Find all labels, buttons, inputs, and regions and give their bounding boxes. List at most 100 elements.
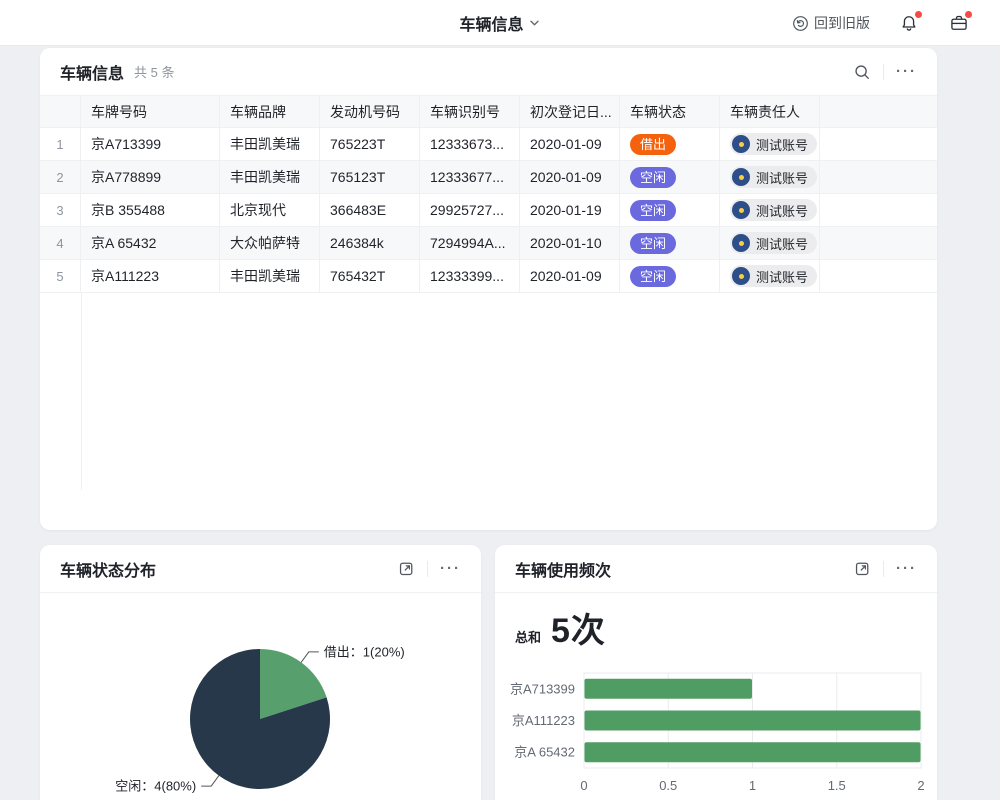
owner-avatar (732, 267, 750, 285)
bar-expand-button[interactable] (854, 560, 871, 577)
cell-brand[interactable]: 丰田凯美瑞 (220, 128, 320, 160)
column-header[interactable]: 车牌号码 (81, 96, 220, 127)
table-more-button[interactable]: ··· (896, 67, 917, 77)
table-card-header: 车辆信息 共 5 条 ··· (40, 48, 937, 96)
cell-engine-number[interactable]: 366483E (320, 194, 420, 226)
bar-京A713399[interactable] (585, 679, 753, 699)
status-badge: 空闲 (630, 266, 676, 287)
column-header[interactable]: 初次登记日... (520, 96, 620, 127)
bar-京A111223[interactable] (585, 711, 921, 731)
status-badge: 空闲 (630, 167, 676, 188)
table-row: 4京A 65432大众帕萨特246384k7294994A...2020-01-… (40, 227, 937, 260)
column-header[interactable]: 车辆状态 (620, 96, 720, 127)
cell-engine-number[interactable]: 246384k (320, 227, 420, 259)
page-title-dropdown[interactable]: 车辆信息 (459, 0, 540, 46)
owner-chip: 测试账号 (730, 232, 817, 254)
cell-vin[interactable]: 12333673... (420, 128, 520, 160)
cell-brand[interactable]: 丰田凯美瑞 (220, 260, 320, 292)
cell-registration-date[interactable]: 2020-01-19 (520, 194, 620, 226)
status-badge: 空闲 (630, 233, 676, 254)
status-distribution-card: 车辆状态分布 ··· 借出：1(20%)空闲：4(80%) (40, 545, 481, 800)
cell-status[interactable]: 空闲 (620, 161, 720, 193)
notifications-button[interactable] (898, 12, 920, 34)
total-label: 总和 (515, 627, 541, 646)
column-header[interactable]: 车辆责任人 (720, 96, 820, 127)
cell-row-number[interactable]: 5 (40, 260, 81, 292)
chevron-down-icon (529, 17, 541, 29)
status-pie-chart[interactable]: 借出：1(20%)空闲：4(80%) (40, 593, 481, 800)
x-tick-label: 2 (917, 778, 924, 793)
table-row: 1京A713399丰田凯美瑞765223T12333673...2020-01-… (40, 128, 937, 161)
notification-badge-dot (915, 11, 922, 18)
table-row: 2京A778899丰田凯美瑞765123T12333677...2020-01-… (40, 161, 937, 194)
cell-row-number[interactable]: 2 (40, 161, 81, 193)
revert-icon (792, 15, 809, 32)
cell-engine-number[interactable]: 765432T (320, 260, 420, 292)
cell-vin[interactable]: 12333399... (420, 260, 520, 292)
cell-status[interactable]: 借出 (620, 128, 720, 160)
column-header-row-number[interactable] (40, 96, 81, 127)
status-badge: 借出 (630, 134, 676, 155)
cell-vin[interactable]: 29925727... (420, 194, 520, 226)
column-header[interactable]: 发动机号码 (320, 96, 420, 127)
owner-avatar (732, 135, 750, 153)
cell-owner[interactable]: 测试账号 (720, 128, 820, 160)
cell-brand[interactable]: 大众帕萨特 (220, 227, 320, 259)
vehicle-table-card: 车辆信息 共 5 条 ··· 车牌号码车辆品牌发动机号码车辆识别号初次登记日..… (40, 48, 937, 530)
cell-plate[interactable]: 京A778899 (81, 161, 220, 193)
bar-more-button[interactable]: ··· (896, 564, 917, 574)
cell-brand[interactable]: 丰田凯美瑞 (220, 161, 320, 193)
owner-chip: 测试账号 (730, 166, 817, 188)
cell-filler (820, 227, 937, 259)
cell-filler (820, 260, 937, 292)
cell-owner[interactable]: 测试账号 (720, 194, 820, 226)
usage-bar-chart[interactable]: 00.511.52京A713399京A111223京A 65432使用次数 (495, 655, 937, 800)
pie-more-button[interactable]: ··· (440, 564, 461, 574)
cell-plate[interactable]: 京A713399 (81, 128, 220, 160)
expand-icon (854, 560, 871, 577)
pie-card-title: 车辆状态分布 (60, 557, 156, 581)
workbench-button[interactable] (948, 12, 970, 34)
owner-name: 测试账号 (756, 234, 808, 253)
owner-chip: 测试账号 (730, 133, 817, 155)
back-to-old-version-button[interactable]: 回到旧版 (792, 13, 870, 33)
cell-registration-date[interactable]: 2020-01-10 (520, 227, 620, 259)
cell-row-number[interactable]: 3 (40, 194, 81, 226)
cell-status[interactable]: 空闲 (620, 227, 720, 259)
column-header[interactable]: 车辆品牌 (220, 96, 320, 127)
cell-owner[interactable]: 测试账号 (720, 161, 820, 193)
search-button[interactable] (853, 63, 871, 81)
cell-engine-number[interactable]: 765223T (320, 128, 420, 160)
owner-avatar (732, 234, 750, 252)
cell-owner[interactable]: 测试账号 (720, 260, 820, 292)
cell-status[interactable]: 空闲 (620, 260, 720, 292)
cell-engine-number[interactable]: 765123T (320, 161, 420, 193)
owner-name: 测试账号 (756, 168, 808, 187)
cell-vin[interactable]: 12333677... (420, 161, 520, 193)
bar-category-label: 京A 65432 (514, 745, 575, 760)
cell-registration-date[interactable]: 2020-01-09 (520, 260, 620, 292)
record-count: 共 5 条 (134, 62, 174, 81)
total-value: 5次 (551, 603, 606, 652)
pie-slice-label: 借出：1(20%) (324, 644, 405, 659)
cell-owner[interactable]: 测试账号 (720, 227, 820, 259)
pie-card-header: 车辆状态分布 ··· (40, 545, 481, 593)
pie-expand-button[interactable] (398, 560, 415, 577)
cell-plate[interactable]: 京B 355488 (81, 194, 220, 226)
owner-name: 测试账号 (756, 135, 808, 154)
cell-registration-date[interactable]: 2020-01-09 (520, 161, 620, 193)
pie-label-leader-line (301, 652, 319, 663)
cell-row-number[interactable]: 4 (40, 227, 81, 259)
cell-row-number[interactable]: 1 (40, 128, 81, 160)
cell-registration-date[interactable]: 2020-01-09 (520, 128, 620, 160)
table-body: 1京A713399丰田凯美瑞765223T12333673...2020-01-… (40, 128, 937, 293)
bar-京A 65432[interactable] (585, 742, 921, 762)
cell-plate[interactable]: 京A111223 (81, 260, 220, 292)
column-header[interactable]: 车辆识别号 (420, 96, 520, 127)
owner-name: 测试账号 (756, 201, 808, 220)
cell-plate[interactable]: 京A 65432 (81, 227, 220, 259)
cell-vin[interactable]: 7294994A... (420, 227, 520, 259)
cell-status[interactable]: 空闲 (620, 194, 720, 226)
cell-brand[interactable]: 北京现代 (220, 194, 320, 226)
x-tick-label: 1.5 (828, 778, 846, 793)
